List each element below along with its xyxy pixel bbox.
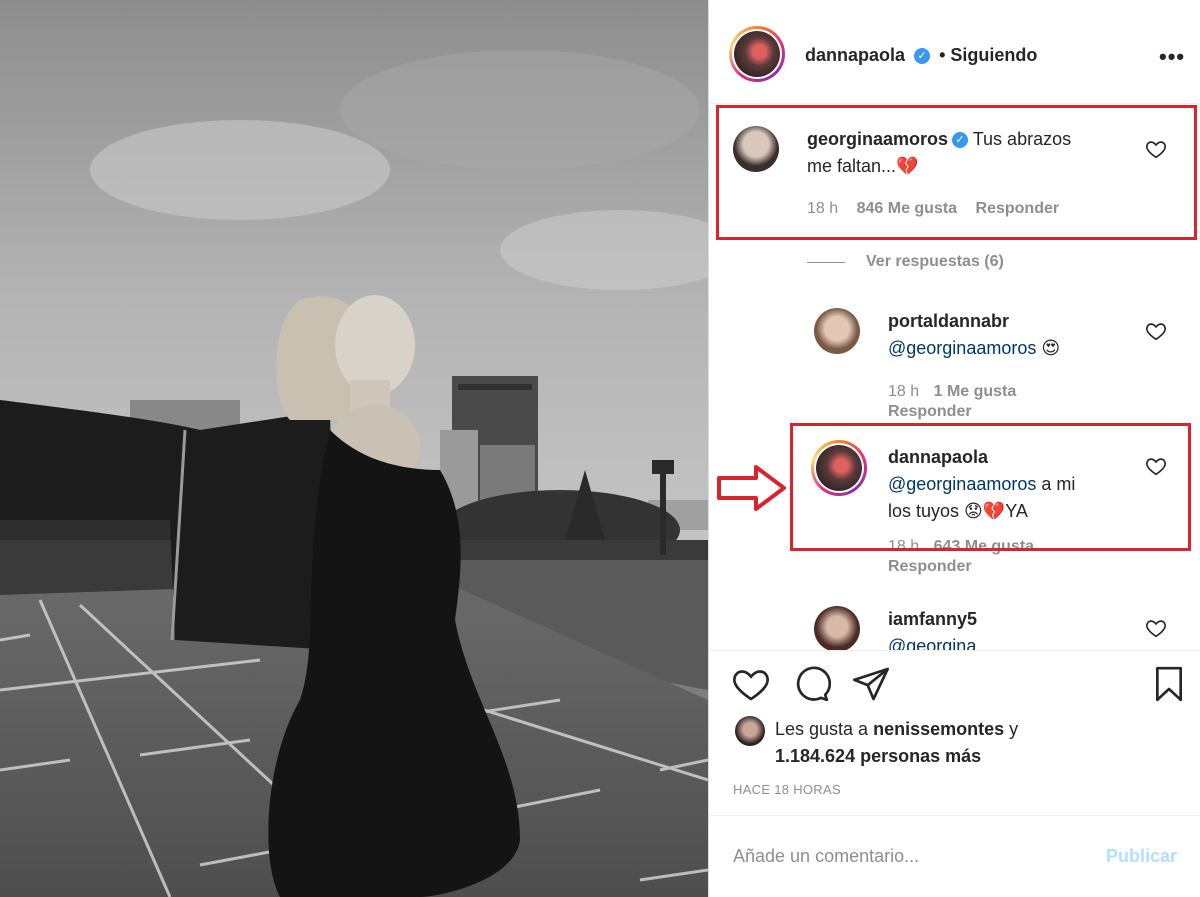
reply-like-heart-icon[interactable] bbox=[1145, 320, 1167, 342]
divider bbox=[709, 815, 1200, 816]
arrow-right-icon bbox=[717, 465, 786, 511]
paper-plane-icon[interactable] bbox=[851, 664, 891, 704]
reply-reply-button[interactable]: Responder bbox=[888, 403, 972, 420]
reply-emoji: 😍 bbox=[1041, 338, 1061, 358]
reply-username[interactable]: portaldannabr bbox=[888, 311, 1009, 331]
likes-prefix: Les gusta a bbox=[775, 719, 874, 739]
reply-avatar[interactable] bbox=[814, 606, 860, 650]
post-panel: dannapaola ✓ • Siguiendo ••• georginaamo… bbox=[708, 0, 1200, 897]
verified-badge-icon: ✓ bbox=[914, 48, 931, 65]
reply-like-heart-icon[interactable] bbox=[1145, 617, 1167, 639]
reply-mention[interactable]: @georgina... bbox=[888, 636, 991, 650]
author-avatar[interactable] bbox=[729, 26, 785, 82]
reply-avatar[interactable] bbox=[814, 308, 860, 354]
author-username[interactable]: dannapaola bbox=[805, 45, 905, 65]
likes-suffix: y bbox=[1004, 719, 1019, 739]
view-replies-button[interactable]: Ver respuestas (6) bbox=[866, 253, 1004, 271]
post-header: dannapaola ✓ • Siguiendo ••• bbox=[709, 0, 1200, 104]
divider bbox=[709, 650, 1200, 651]
liker-username[interactable]: nenissemontes bbox=[873, 719, 1004, 739]
reply-body: portaldannabr @georginaamoros 😍 18 h 1 M… bbox=[888, 308, 1138, 422]
comment-icon[interactable] bbox=[791, 664, 831, 704]
bookmark-icon[interactable] bbox=[1149, 664, 1189, 704]
highlight-box bbox=[790, 423, 1191, 551]
reply-username[interactable]: iamfanny5 bbox=[888, 609, 977, 629]
heart-icon[interactable] bbox=[731, 664, 771, 704]
liker-avatar[interactable] bbox=[735, 716, 765, 746]
following-label[interactable]: • Siguiendo bbox=[939, 45, 1037, 65]
post-photo[interactable] bbox=[0, 0, 708, 897]
comment-input[interactable]: Añade un comentario... bbox=[733, 846, 1093, 867]
replies-divider bbox=[807, 262, 845, 263]
reply-mention[interactable]: @georginaamoros bbox=[888, 338, 1036, 358]
reply-partial: iamfanny5 @georgina... bbox=[709, 600, 1200, 650]
more-horizontal-icon[interactable]: ••• bbox=[1159, 44, 1185, 70]
reply-reply-button[interactable]: Responder bbox=[888, 558, 972, 575]
reply-likes[interactable]: 1 Me gusta bbox=[934, 383, 1017, 400]
post-timestamp: HACE 18 HORAS bbox=[733, 782, 841, 797]
reply-time: 18 h bbox=[888, 383, 920, 400]
highlight-box bbox=[716, 105, 1197, 240]
publish-button[interactable]: Publicar bbox=[1106, 846, 1177, 867]
likes-count[interactable]: 1.184.624 personas más bbox=[775, 746, 981, 766]
likes-summary: Les gusta a nenissemontes y 1.184.624 pe… bbox=[775, 716, 1018, 770]
